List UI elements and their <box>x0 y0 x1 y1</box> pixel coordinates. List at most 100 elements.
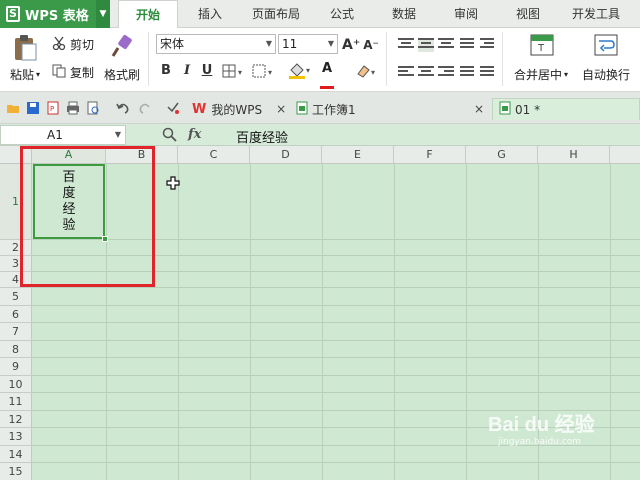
row-header-5[interactable]: 5 <box>0 288 32 306</box>
align-bottom-icon[interactable] <box>438 38 454 52</box>
orientation-icon[interactable] <box>460 38 476 52</box>
cut-button[interactable]: 剪切 <box>52 36 94 53</box>
close-icon[interactable]: × <box>474 102 484 116</box>
align-center-icon[interactable] <box>418 66 434 80</box>
distributed-icon[interactable] <box>480 66 496 80</box>
align-middle-icon[interactable] <box>418 38 434 52</box>
undo-icon[interactable] <box>116 101 130 115</box>
tab-formulas[interactable]: 公式 <box>316 0 368 28</box>
row-header-9[interactable]: 9 <box>0 358 32 376</box>
open-folder-icon[interactable] <box>6 101 20 115</box>
fill-color-icon[interactable]: ▾ <box>288 62 314 83</box>
save-icon[interactable] <box>26 101 40 115</box>
row-header-12[interactable]: 12 <box>0 411 32 428</box>
chevron-down-icon[interactable]: ▼ <box>115 126 121 144</box>
gridline <box>32 287 640 288</box>
underline-button[interactable]: U <box>198 62 216 80</box>
scissors-icon <box>52 36 66 53</box>
format-painter-button[interactable]: 格式刷 <box>104 66 140 83</box>
close-icon[interactable]: × <box>276 102 286 116</box>
svg-text:P: P <box>50 105 54 113</box>
shrink-font-button[interactable]: A⁻ <box>362 36 380 54</box>
paste-icon[interactable] <box>12 34 38 65</box>
row-header-10[interactable]: 10 <box>0 376 32 393</box>
row-header-11[interactable]: 11 <box>0 393 32 411</box>
doc-tab-workbook1[interactable]: 工作簿1 × <box>294 98 488 120</box>
tab-developer[interactable]: 开发工具 <box>564 0 628 28</box>
customize-toolbar-icon[interactable] <box>166 101 180 115</box>
clear-format-icon[interactable]: ▾ <box>356 64 378 81</box>
row-header-13[interactable]: 13 <box>0 428 32 446</box>
svg-text:▾: ▾ <box>306 66 310 75</box>
row-header-6[interactable]: 6 <box>0 306 32 323</box>
row-header-14[interactable]: 14 <box>0 446 32 463</box>
column-header-overflow[interactable] <box>610 146 640 164</box>
font-size-select[interactable]: 11 ▼ <box>278 34 338 54</box>
bold-button[interactable]: B <box>157 62 175 80</box>
tab-review[interactable]: 审阅 <box>440 0 492 28</box>
align-top-icon[interactable] <box>398 38 414 52</box>
zoom-magnifier-icon[interactable] <box>162 127 178 146</box>
ribbon-toolbar: 粘贴 ▾ 剪切 复制 格式刷 宋体 ▼ 11 ▼ A⁺ A⁻ B I U ▾ ▾ <box>0 28 640 92</box>
wps-logo-icon: S <box>6 6 20 22</box>
font-color-bar <box>320 78 334 92</box>
doc-tab-01[interactable]: 01 * <box>492 98 640 120</box>
divider <box>148 32 149 86</box>
column-header-g[interactable]: G <box>466 146 538 164</box>
merge-center-icon[interactable]: T <box>530 34 554 61</box>
cut-label: 剪切 <box>70 38 95 52</box>
redo-icon[interactable] <box>138 101 152 115</box>
tab-view[interactable]: 视图 <box>502 0 554 28</box>
name-box[interactable]: A1 ▼ <box>0 125 126 145</box>
insert-function-button[interactable]: fx <box>188 127 201 142</box>
column-header-f[interactable]: F <box>394 146 466 164</box>
watermark-url: jingyan.baidu.com <box>498 437 582 447</box>
font-color-button[interactable]: A <box>318 60 336 78</box>
wrap-text-button[interactable]: 自动换行 <box>582 66 630 83</box>
copy-button[interactable]: 复制 <box>52 64 94 81</box>
app-menu-button[interactable]: S WPS 表格 ▼ <box>0 0 110 28</box>
italic-button[interactable]: I <box>178 62 196 80</box>
tab-insert[interactable]: 插入 <box>180 0 240 28</box>
doc-tab-label: 我的WPS <box>211 102 263 117</box>
column-header-d[interactable]: D <box>250 146 322 164</box>
export-pdf-icon[interactable]: P <box>46 101 60 115</box>
merge-center-button[interactable]: 合并居中 ▾ <box>514 66 568 83</box>
spreadsheet-grid[interactable]: A B C D E F G H 1 2 3 4 5 6 7 8 9 10 11 … <box>0 146 640 480</box>
chevron-down-icon[interactable]: ▼ <box>96 0 110 28</box>
justify-icon[interactable] <box>460 66 476 80</box>
wrap-text-icon[interactable] <box>594 34 618 61</box>
row-header-15[interactable]: 15 <box>0 463 32 480</box>
doc-tab-label: 01 * <box>515 102 541 117</box>
column-header-e[interactable]: E <box>322 146 394 164</box>
row-header-8[interactable]: 8 <box>0 341 32 358</box>
print-preview-icon[interactable] <box>86 101 100 115</box>
tab-data[interactable]: 数据 <box>378 0 430 28</box>
fill-pattern-icon[interactable]: ▾ <box>252 64 276 81</box>
formula-input[interactable]: 百度经验 <box>236 127 288 146</box>
svg-text:▾: ▾ <box>268 68 272 77</box>
tab-home[interactable]: 开始 <box>118 0 178 29</box>
font-name-value: 宋体 <box>160 37 185 51</box>
indent-icon[interactable] <box>480 38 496 52</box>
doc-tab-my-wps[interactable]: W 我的WPS × <box>190 98 290 120</box>
paste-button[interactable]: 粘贴 ▾ <box>10 66 40 83</box>
font-name-select[interactable]: 宋体 ▼ <box>156 34 276 54</box>
row-header-7[interactable]: 7 <box>0 323 32 341</box>
format-painter-label: 格式刷 <box>104 68 141 82</box>
print-icon[interactable] <box>66 101 80 115</box>
grow-font-button[interactable]: A⁺ <box>342 36 360 54</box>
column-header-h[interactable]: H <box>538 146 610 164</box>
copy-label: 复制 <box>70 66 95 80</box>
borders-icon[interactable]: ▾ <box>222 64 246 81</box>
wps-w-icon: W <box>192 101 207 117</box>
spreadsheet-icon <box>296 101 308 118</box>
align-left-icon[interactable] <box>398 66 414 80</box>
gridline <box>32 392 640 393</box>
tab-page-layout[interactable]: 页面布局 <box>244 0 308 28</box>
gridline <box>32 322 640 323</box>
align-right-icon[interactable] <box>438 66 454 80</box>
column-header-c[interactable]: C <box>178 146 250 164</box>
paste-label: 粘贴 <box>10 68 35 82</box>
format-painter-icon[interactable] <box>110 34 134 63</box>
